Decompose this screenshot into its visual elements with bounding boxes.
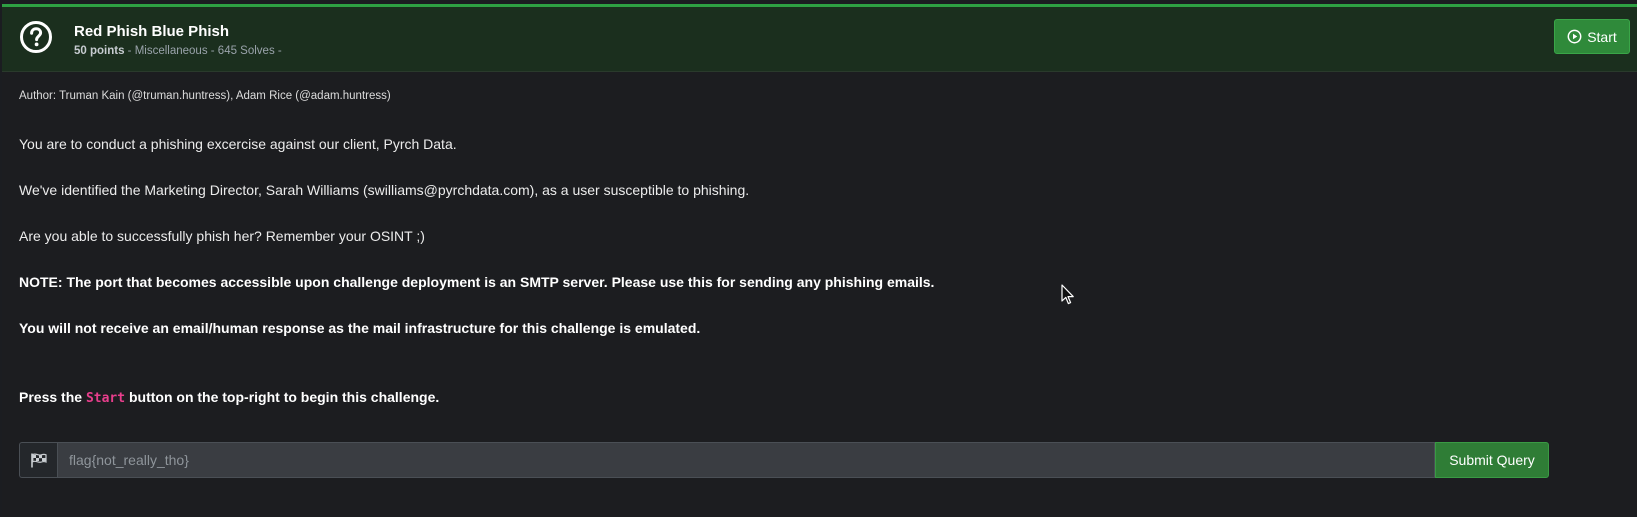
- description-note-emulated: You will not receive an email/human resp…: [19, 320, 701, 336]
- challenge-panel: Red Phish Blue Phish 50 points - Miscell…: [2, 4, 1637, 517]
- challenge-title: Red Phish Blue Phish: [74, 23, 230, 40]
- flag-checkered-icon: [31, 452, 47, 467]
- description-press-start: Press the Start button on the top-right …: [19, 389, 439, 406]
- press-start-prefix: Press the: [19, 389, 86, 405]
- challenge-meta: 50 points - Miscellaneous - 645 Solves -: [74, 45, 282, 57]
- question-circle-icon: [20, 21, 52, 53]
- description-paragraph-2: We've identified the Marketing Director,…: [19, 182, 750, 198]
- inline-code-start: Start: [85, 391, 126, 406]
- submit-query-button[interactable]: Submit Query: [1435, 442, 1549, 478]
- description-paragraph-3: Are you able to successfully phish her? …: [19, 228, 425, 244]
- start-button-label: Start: [1587, 28, 1617, 45]
- challenge-category-solves: - Miscellaneous - 645 Solves -: [124, 45, 282, 57]
- mouse-cursor-icon: [1061, 284, 1074, 305]
- play-circle-icon: [1567, 29, 1582, 44]
- description-note-smtp: NOTE: The port that becomes accessible u…: [19, 274, 935, 290]
- flag-input[interactable]: [57, 442, 1435, 478]
- flag-submit-form: Submit Query: [19, 442, 1549, 478]
- challenge-header: Red Phish Blue Phish 50 points - Miscell…: [2, 7, 1637, 72]
- challenge-points: 50 points: [74, 45, 125, 57]
- press-start-suffix: button on the top-right to begin this ch…: [125, 389, 440, 405]
- flag-input-addon: [19, 442, 57, 478]
- challenge-author: Author: Truman Kain (@truman.huntress), …: [19, 90, 391, 102]
- start-button[interactable]: Start: [1554, 19, 1630, 54]
- description-paragraph-1: You are to conduct a phishing excercise …: [19, 136, 457, 152]
